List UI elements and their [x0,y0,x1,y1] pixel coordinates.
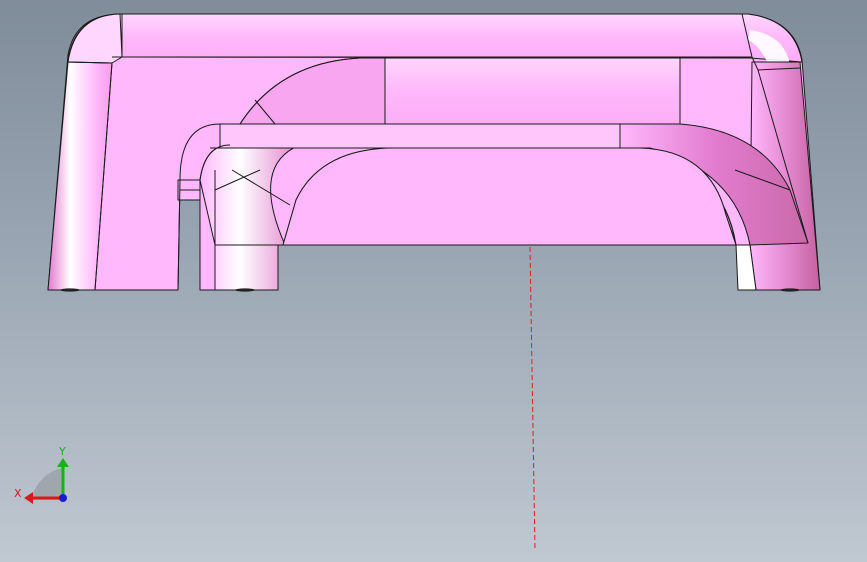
y-axis-label: Y [58,445,66,458]
inner-opening-face[interactable] [282,147,737,246]
x-axis-arrow [24,492,33,504]
x-axis-label: X [14,487,22,500]
cad-scene[interactable]: Y X [0,0,867,562]
middle-tube[interactable] [384,57,681,125]
axis-triad[interactable]: Y X [14,445,69,504]
inner-top-bar[interactable] [219,123,621,149]
triad-plane [30,468,63,500]
graphics-viewport[interactable]: Y X [0,0,867,562]
center-line [529,246,536,551]
part-body[interactable] [47,13,821,292]
y-axis-arrow [57,458,69,467]
z-axis-dot [59,494,67,502]
left-top-fillet[interactable] [67,13,123,64]
top-face[interactable] [67,13,803,63]
